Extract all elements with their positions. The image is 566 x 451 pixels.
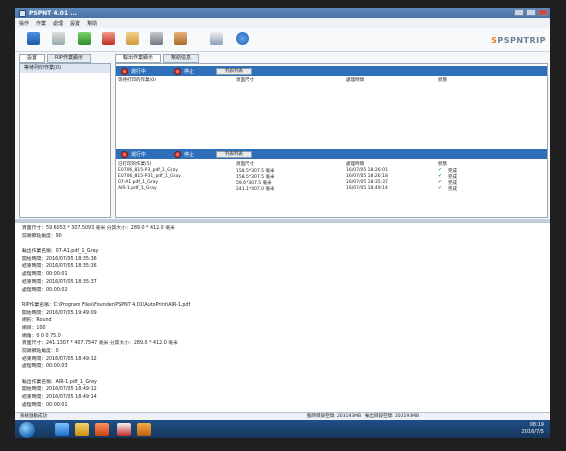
info-icon[interactable] [236, 32, 249, 45]
waiting-jobs-panel: 等待列印作業(0) [19, 63, 111, 218]
log-line: 處理時間：00:00:03 [22, 364, 68, 370]
stop-icon [174, 150, 182, 158]
clock-time: 08:19 [529, 422, 544, 428]
window-title: PSPNT 4.01 ... [29, 9, 78, 17]
menu-item-process[interactable]: 處理 [53, 20, 63, 27]
minimize-button[interactable] [514, 9, 524, 16]
printed-columns: 已打印的作業(5) 頁面尺寸 處理時間 狀態 [116, 161, 547, 168]
log-line: 處理時間：00:00:01 [22, 402, 68, 408]
log-line: RIP作業名稱：C:\Program Files\Founder\PSPNT 4… [22, 302, 191, 308]
maximize-button[interactable] [526, 9, 536, 16]
check-icon: ✔ [438, 168, 442, 173]
run-icon [121, 67, 128, 75]
tab-output-jobs[interactable]: 輸出作業顯示 [115, 54, 162, 63]
stop-icon [174, 67, 182, 75]
pen-icon[interactable] [150, 32, 163, 45]
screen: PSPNT 4.01 ... 操作 作業 處理 設置 幫助 SPSPNTRIP … [15, 8, 550, 438]
stop-button-2[interactable]: 停止 [174, 150, 194, 158]
tab-rip-jobs[interactable]: RIP作業顯示 [47, 54, 91, 63]
col-size: 頁面尺寸 [236, 162, 254, 167]
log-line: 開始時間：2016/07/05 18:49:12 [22, 387, 97, 393]
col-job: 等待打印的作業(0) [118, 78, 156, 83]
folder-icon[interactable] [75, 423, 89, 436]
printer-icon[interactable] [52, 32, 65, 45]
log-line: 輸出作業名稱：AIR-1.pdf_1_Gray [22, 379, 97, 385]
log-line: 開始時間：2016/07/05 19:49:09 [22, 310, 97, 316]
clock-date: 2016/7/5 [521, 429, 544, 435]
log-line: 結束時間：2016/07/05 18:49:12 [22, 356, 97, 362]
log-line: 前頭節點角度：90 [22, 233, 62, 239]
title-bar: PSPNT 4.01 ... [15, 8, 550, 18]
top-control-bar: 運行中 停止 列表列表 [116, 66, 547, 76]
log-line: 結束時間：2016/07/05 18:35:37 [22, 279, 97, 285]
col-status: 狀態 [438, 78, 447, 83]
table-row[interactable]: AIR-1.pdf_1_Gray 241.1*407.0 毫米 16/07/05… [116, 186, 547, 192]
pspnt-icon[interactable] [117, 423, 131, 436]
logo: SPSPNTRIP [491, 36, 546, 45]
window-icon[interactable] [210, 32, 223, 45]
system-tray: 08:19 2016/7/5 [522, 422, 544, 436]
right-tabs: 輸出作業顯示 幫助信息 [115, 54, 200, 63]
run-icon [121, 150, 128, 158]
output-jobs-panel: 運行中 停止 列表列表 等待打印的作業(0) 頁面尺寸 處理時間 狀態 運行中 … [115, 63, 548, 218]
tab-settings[interactable]: 設置 [19, 54, 46, 63]
menu-bar: 操作 作業 處理 設置 幫助 [15, 18, 550, 28]
log-line: 前頭節點角度：0 [22, 349, 59, 354]
log-line: 網角：0 0 0 75.0 [22, 333, 61, 339]
run-button[interactable]: 運行中 [121, 67, 146, 75]
taskbar: 08:19 2016/7/5 [15, 420, 550, 438]
log-line: 網形：Round [22, 318, 52, 324]
log-line: 結束時間：2016/07/05 18:49:14 [22, 395, 97, 401]
book-icon[interactable] [174, 32, 187, 45]
log-line: 開始時間：2016/07/05 18:35:36 [22, 256, 97, 262]
bottom-control-bar: 運行中 停止 列表列表 [116, 149, 547, 159]
window-controls [514, 9, 548, 16]
col-time: 處理時間 [346, 162, 364, 167]
log-line: 網目：100 [22, 325, 46, 331]
run-button-2[interactable]: 運行中 [121, 150, 146, 158]
col-size: 頁面尺寸 [236, 78, 254, 83]
media-player-icon[interactable] [95, 423, 109, 436]
status-bar: 系統啟動成功 臨時目錄空間: 203193MB 輸出目錄空間: 203193MB [15, 412, 550, 420]
menu-item-job[interactable]: 作業 [36, 20, 46, 27]
check-icon: ✔ [438, 174, 442, 179]
status-text: 系統啟動成功 [20, 414, 47, 419]
stop-button[interactable]: 停止 [174, 67, 194, 75]
check-icon: ✔ [438, 180, 442, 185]
blue-cube-icon[interactable] [27, 32, 40, 45]
windows-start-icon[interactable] [19, 422, 35, 438]
menu-item-help[interactable]: 幫助 [87, 20, 97, 27]
toolbar: SPSPNTRIP [15, 28, 550, 52]
menu-item-operate[interactable]: 操作 [19, 20, 29, 27]
col-status: 狀態 [438, 162, 447, 167]
log-line: 頁面尺寸：241.1307 * 407.7547 毫米 分質大小：289.0 *… [22, 341, 178, 347]
log-line: 處理時間：00:00:02 [22, 287, 68, 293]
list-button[interactable]: 列表列表 [216, 67, 253, 75]
log-line: 輸出作業名稱：07-A1.pdf_1_Gray [22, 249, 99, 255]
red-x-icon[interactable] [102, 32, 115, 45]
col-time: 處理時間 [346, 78, 364, 83]
close-button[interactable] [538, 9, 548, 16]
log-line: 頁面尺寸：59.6053 * 307.5093 毫米 分質大小：289.0 * … [22, 226, 175, 231]
waiting-columns: 等待打印的作業(0) 頁面尺寸 處理時間 狀態 [116, 77, 547, 84]
tab-help-info[interactable]: 幫助信息 [163, 54, 200, 63]
log-line: 處理時間：00:00:01 [22, 272, 68, 278]
menu-item-settings[interactable]: 設置 [70, 20, 80, 27]
waiting-jobs-header: 等待列印作業(0) [20, 64, 110, 73]
hand-icon[interactable] [126, 32, 139, 45]
check-icon: ✔ [438, 186, 442, 191]
green-plus-icon[interactable] [78, 32, 91, 45]
list-button-2[interactable]: 列表列表 [216, 150, 253, 158]
app-icon[interactable] [137, 423, 151, 436]
left-tabs: 設置 RIP作業顯示 [19, 54, 91, 63]
ie-icon[interactable] [55, 423, 69, 436]
col-printed-job: 已打印的作業(5) [118, 162, 152, 167]
log-panel: 頁面尺寸：59.6053 * 307.5093 毫米 分質大小：289.0 * … [15, 222, 550, 412]
app-icon [19, 9, 26, 17]
log-line: 結束時間：2016/07/05 18:35:36 [22, 264, 97, 270]
